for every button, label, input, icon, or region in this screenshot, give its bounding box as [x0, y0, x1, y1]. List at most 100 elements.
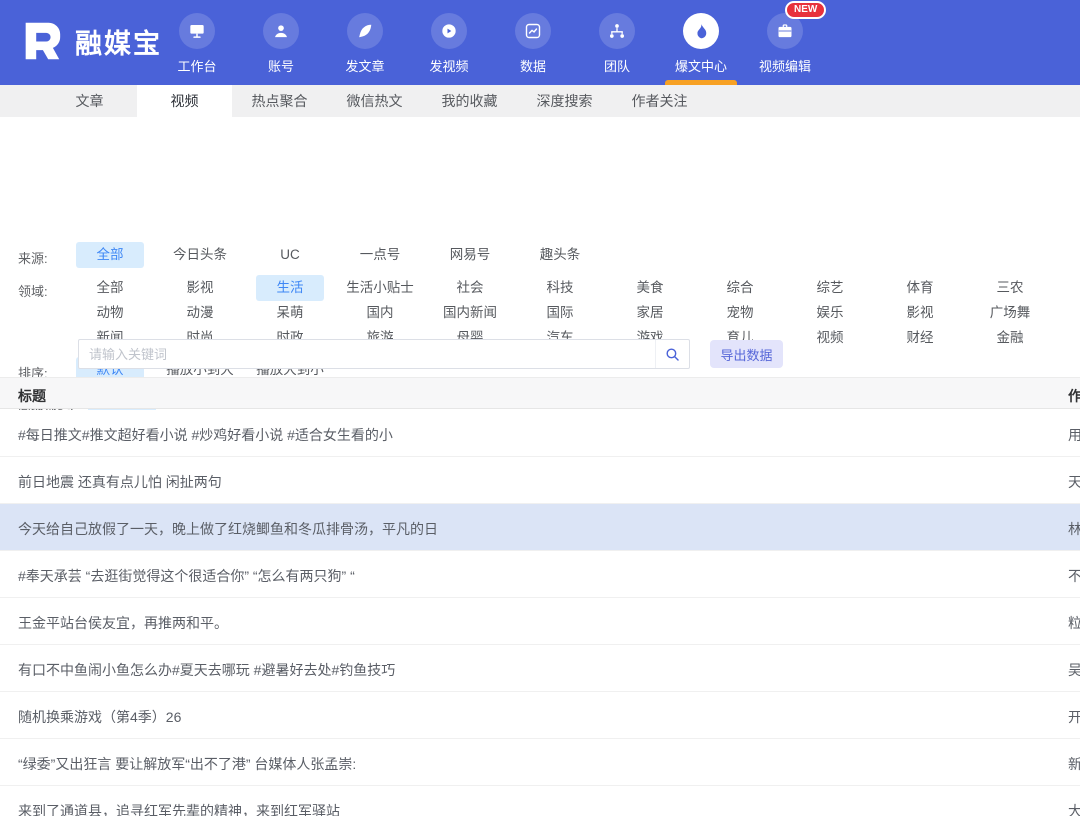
- filter-chip[interactable]: 国内新闻: [436, 300, 504, 326]
- nav-item-label: 团队: [604, 56, 630, 75]
- row-author-partial: 大: [1068, 801, 1080, 816]
- filter-chip[interactable]: 呆萌: [256, 300, 324, 326]
- nav-item-chart[interactable]: 数据: [491, 0, 575, 85]
- export-data-button[interactable]: 导出数据: [710, 340, 783, 368]
- table-row[interactable]: 有口不中鱼闹小鱼怎么办#夏天去哪玩 #避暑好去处#钓鱼技巧 吴: [0, 645, 1080, 692]
- nav-item-feather[interactable]: 发文章: [323, 0, 407, 85]
- filter-chip[interactable]: 动漫: [166, 300, 234, 326]
- nav-items: 工作台 账号 发文章 发视频 数据 团队 爆文中心视频编辑 NEW: [155, 0, 827, 85]
- nav-item-briefcase[interactable]: 视频编辑 NEW: [743, 0, 827, 85]
- row-author-partial: 粒: [1068, 613, 1080, 633]
- filter-chip[interactable]: UC: [256, 242, 324, 268]
- table-header: 标题 作者: [0, 377, 1080, 409]
- new-badge: NEW: [785, 1, 826, 19]
- row-title: 随机换乘游戏（第4季）26: [18, 707, 181, 727]
- filter-chip[interactable]: 三农: [976, 275, 1044, 301]
- table-row[interactable]: “绿委”又出狂言 要让解放军“出不了港” 台媒体人张孟崇: 新: [0, 739, 1080, 786]
- nav-item-label: 视频编辑: [759, 56, 811, 75]
- chart-icon: [515, 13, 551, 49]
- table-row[interactable]: 随机换乘游戏（第4季）26 开: [0, 692, 1080, 739]
- filter-chip[interactable]: 综合: [706, 275, 774, 301]
- filter-chip[interactable]: 网易号: [436, 242, 504, 268]
- filter-label-domain-1: 领域:: [18, 281, 48, 300]
- nav-item-video[interactable]: 发视频: [407, 0, 491, 85]
- table-row[interactable]: 来到了通道县，追寻红军先辈的精神，来到红军驿站 大: [0, 786, 1080, 816]
- filter-panel: 来源:全部今日头条UC一点号网易号趣头条领域:全部影视生活生活小贴士社会科技美食…: [0, 117, 1080, 377]
- tab-7[interactable]: 作者关注: [612, 85, 707, 117]
- table-row[interactable]: #每日推文#推文超好看小说 #炒鸡好看小说 #适合女生看的小 用: [0, 410, 1080, 457]
- search-input[interactable]: [79, 347, 655, 362]
- filter-chip[interactable]: 影视: [166, 275, 234, 301]
- row-title: #每日推文#推文超好看小说 #炒鸡好看小说 #适合女生看的小: [18, 425, 393, 445]
- nav-item-label: 工作台: [177, 56, 216, 75]
- nav-item-label: 数据: [520, 56, 546, 75]
- filter-chip[interactable]: 广场舞: [976, 300, 1044, 326]
- filter-chip[interactable]: 今日头条: [166, 242, 234, 268]
- row-title: 前日地震 还真有点儿怕 闲扯两句: [18, 472, 222, 492]
- table-row[interactable]: 王金平站台侯友宜，再推两和平。 粒: [0, 598, 1080, 645]
- filter-chip[interactable]: 生活小贴士: [344, 275, 416, 301]
- team-icon: [599, 13, 635, 49]
- brand-logo[interactable]: 融媒宝: [18, 18, 162, 64]
- tab-bar: 文章视频热点聚合微信热文我的收藏深度搜索作者关注: [0, 85, 1080, 117]
- row-author-partial: 不: [1068, 566, 1080, 586]
- table-body: #每日推文#推文超好看小说 #炒鸡好看小说 #适合女生看的小 用前日地震 还真有点…: [0, 410, 1080, 816]
- table-row[interactable]: 前日地震 还真有点儿怕 闲扯两句 天: [0, 457, 1080, 504]
- row-author-partial: 天: [1068, 472, 1080, 492]
- row-title: 来到了通道县，追寻红军先辈的精神，来到红军驿站: [18, 801, 340, 816]
- user-icon: [263, 13, 299, 49]
- filter-chip[interactable]: 娱乐: [796, 300, 864, 326]
- table-row[interactable]: #奉天承芸 “去逛街觉得这个很适合你” “怎么有两只狗” “ 不: [0, 551, 1080, 598]
- tab-1[interactable]: 文章: [42, 85, 137, 117]
- row-title: “绿委”又出狂言 要让解放军“出不了港” 台媒体人张孟崇:: [18, 754, 356, 774]
- filter-chip[interactable]: 趣头条: [526, 242, 594, 268]
- search-icon[interactable]: [655, 340, 689, 368]
- filter-chip[interactable]: 国际: [526, 300, 594, 326]
- tab-4[interactable]: 微信热文: [327, 85, 422, 117]
- nav-item-team[interactable]: 团队: [575, 0, 659, 85]
- filter-chip[interactable]: 一点号: [346, 242, 414, 268]
- brand-name: 融媒宝: [75, 22, 162, 61]
- row-author-partial: 用: [1068, 425, 1080, 445]
- filter-chip[interactable]: 体育: [886, 275, 954, 301]
- row-author-partial: 林: [1068, 519, 1080, 539]
- filter-chip[interactable]: 科技: [526, 275, 594, 301]
- filter-chip[interactable]: 动物: [76, 300, 144, 326]
- tab-3[interactable]: 热点聚合: [232, 85, 327, 117]
- filter-chip[interactable]: 社会: [436, 275, 504, 301]
- filter-chip[interactable]: 美食: [616, 275, 684, 301]
- filter-chip[interactable]: 宠物: [706, 300, 774, 326]
- row-title: #奉天承芸 “去逛街觉得这个很适合你” “怎么有两只狗” “: [18, 566, 355, 586]
- row-title: 今天给自己放假了一天，晚上做了红烧鲫鱼和冬瓜排骨汤，平凡的日: [18, 519, 438, 539]
- nav-item-monitor[interactable]: 工作台: [155, 0, 239, 85]
- search-row: 导出数据: [0, 339, 1080, 369]
- row-author-partial: 开: [1068, 707, 1080, 727]
- filter-chip[interactable]: 国内: [346, 300, 414, 326]
- row-title: 王金平站台侯友宜，再推两和平。: [18, 613, 228, 633]
- filter-chip[interactable]: 全部: [76, 242, 144, 268]
- top-nav-bar: 融媒宝 工作台 账号 发文章 发视频 数据 团队 爆文中心视频编辑 NEW: [0, 0, 1080, 85]
- filter-chip[interactable]: 全部: [76, 275, 144, 301]
- nav-item-label: 发视频: [429, 56, 468, 75]
- brand-logo-icon: [18, 18, 64, 64]
- monitor-icon: [179, 13, 215, 49]
- row-author-partial: 吴: [1068, 660, 1080, 680]
- nav-item-label: 账号: [268, 56, 294, 75]
- filter-row-domain-1: 领域: 全部影视生活生活小贴士社会科技美食综合综艺体育三农: [0, 275, 1080, 301]
- nav-item-user[interactable]: 账号: [239, 0, 323, 85]
- tab-2[interactable]: 视频: [137, 85, 232, 117]
- filter-chip[interactable]: 影视: [886, 300, 954, 326]
- column-header-title: 标题: [18, 386, 46, 406]
- filter-chip[interactable]: 综艺: [796, 275, 864, 301]
- table-row[interactable]: 今天给自己放假了一天，晚上做了红烧鲫鱼和冬瓜排骨汤，平凡的日 林: [0, 504, 1080, 551]
- filter-chip[interactable]: 生活: [256, 275, 324, 301]
- filter-row-source: 来源:全部今日头条UC一点号网易号趣头条: [0, 242, 1080, 268]
- filter-row-domain-2: 动物动漫呆萌国内国内新闻国际家居宠物娱乐影视广场舞: [0, 300, 1080, 326]
- nav-item-flame[interactable]: 爆文中心: [659, 0, 743, 85]
- tab-5[interactable]: 我的收藏: [422, 85, 517, 117]
- row-title: 有口不中鱼闹小鱼怎么办#夏天去哪玩 #避暑好去处#钓鱼技巧: [18, 660, 395, 680]
- filter-chip[interactable]: 家居: [616, 300, 684, 326]
- nav-item-label: 发文章: [345, 56, 384, 75]
- tab-6[interactable]: 深度搜索: [517, 85, 612, 117]
- row-author-partial: 新: [1068, 754, 1080, 774]
